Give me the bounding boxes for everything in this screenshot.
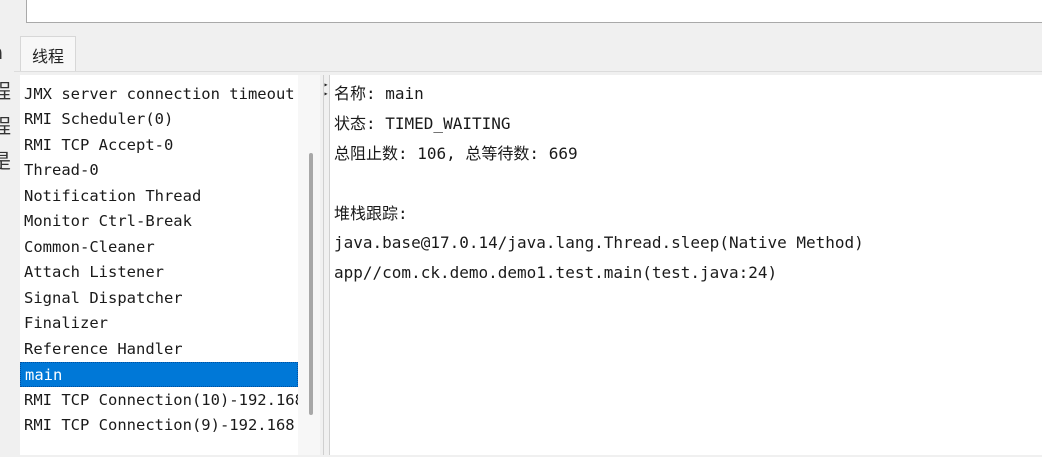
left-clipped-text: a 程 程 是 <box>0 40 14 180</box>
thread-row-partial: ... <box>20 75 298 77</box>
thread-state: 状态: TIMED_WAITING <box>334 114 511 133</box>
thread-row-selected[interactable]: main <box>20 362 298 387</box>
left-clipped-char: 程 <box>0 79 11 103</box>
thread-row[interactable]: Common-Cleaner <box>20 235 298 260</box>
thread-row[interactable]: Thread-0 <box>20 158 298 183</box>
left-clipped-char: 是 <box>0 149 11 173</box>
thread-row[interactable]: Attach Listener <box>20 260 298 285</box>
stack-frame: java.base@17.0.14/java.lang.Thread.sleep… <box>334 233 864 252</box>
thread-list[interactable]: ... JMX server connection timeout 3 RMI … <box>20 75 298 455</box>
scrollbar-thumb[interactable] <box>309 153 313 415</box>
thread-counts: 总阻止数: 106, 总等待数: 669 <box>334 144 578 163</box>
divider-arrows-icon[interactable]: ▸ ▸ <box>323 80 329 106</box>
stack-frame: app//com.ck.demo.demo1.test.main(test.ja… <box>334 263 778 282</box>
split-pane-divider[interactable] <box>323 75 330 455</box>
thread-row[interactable]: Monitor Ctrl-Break <box>20 209 298 234</box>
tab-threads[interactable]: 线程 <box>20 36 76 72</box>
thread-detail-panel: 名称: main 状态: TIMED_WAITING 总阻止数: 106, 总等… <box>330 75 1042 455</box>
thread-row[interactable]: RMI TCP Connection(9)-192.168.5 <box>20 413 298 438</box>
thread-row[interactable]: RMI TCP Accept-0 <box>20 133 298 158</box>
thread-row[interactable]: Reference Handler <box>20 337 298 362</box>
thread-row[interactable]: Finalizer <box>20 311 298 336</box>
thread-row[interactable]: RMI TCP Connection(10)-192.168. <box>20 388 298 413</box>
stack-trace-title: 堆栈跟踪: <box>334 204 408 223</box>
left-clipped-char: 程 <box>0 114 11 138</box>
top-input-field[interactable] <box>26 0 1042 23</box>
thread-row[interactable]: JMX server connection timeout 3 <box>20 82 298 107</box>
thread-name: 名称: main <box>334 84 424 103</box>
thread-row[interactable]: Notification Thread <box>20 184 298 209</box>
thread-row[interactable]: RMI Scheduler(0) <box>20 107 298 132</box>
left-clipped-char: a <box>0 40 3 64</box>
thread-row[interactable]: Signal Dispatcher <box>20 286 298 311</box>
